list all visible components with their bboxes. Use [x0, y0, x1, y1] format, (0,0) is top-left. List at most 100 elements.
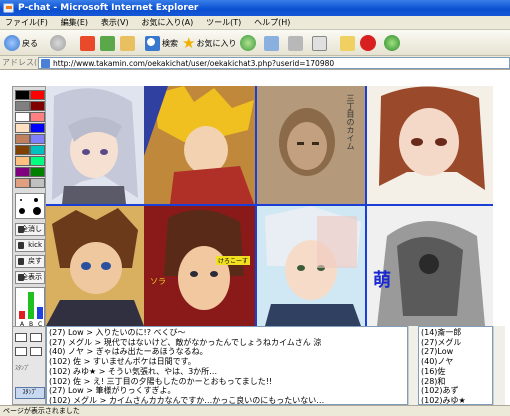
level-meter: A B C — [15, 287, 45, 329]
stop-button[interactable] — [80, 34, 95, 52]
address-bar: アドレス(D) http://www.takamin.com/oekakicha… — [0, 56, 510, 70]
stamp-button[interactable]: ｽﾀﾝﾌﾟ — [15, 387, 45, 399]
addon-icon — [360, 35, 376, 51]
folder-icon — [340, 35, 355, 51]
home-button[interactable] — [120, 34, 135, 52]
color-swatch[interactable] — [30, 167, 45, 177]
chat-message: (102) メグル > カイムさんカカなんですか…かっこ良いのにもったいない… — [49, 395, 325, 405]
menu-edit[interactable]: 編集(E) — [56, 16, 93, 30]
brush-size-3[interactable] — [19, 208, 25, 214]
color-swatch[interactable] — [30, 90, 45, 100]
color-swatch[interactable] — [30, 112, 45, 122]
color-swatch[interactable] — [15, 167, 30, 177]
kick-icon — [18, 242, 24, 249]
user-entry[interactable]: (102)あず — [421, 386, 490, 396]
chat-message: (40) ノヤ > ぎゃはみ出たーあほうなるね。 — [49, 347, 208, 357]
edit-icon — [312, 35, 327, 51]
chat-message: (27) メグル > 現代ではないけど、敵がなかったんでしょうねカイムさん 涼 — [49, 337, 322, 347]
level-bar-a — [19, 311, 25, 319]
kick-button[interactable]: kick — [15, 239, 45, 252]
status-bar: ページが表示されました — [0, 405, 510, 415]
user-entry[interactable]: (27)メグル — [421, 338, 490, 348]
messenger-button[interactable] — [384, 34, 402, 52]
menu-view[interactable]: 表示(V) — [96, 16, 134, 30]
drawing-canvas[interactable]: 三丁目のカイム ソラ けろこーす ぁ — [46, 86, 493, 326]
chat-message: (102) 佐 > え! 三丁目の夕陽もしたのかーとおもってました!! — [49, 376, 273, 386]
chat-message: (102) みゆ★ > そうい気張れ、やは、3か所… — [49, 366, 218, 376]
menu-tools[interactable]: ツール(T) — [201, 16, 246, 30]
color-swatch[interactable] — [15, 134, 30, 144]
color-swatch[interactable] — [30, 101, 45, 111]
mail-icon[interactable] — [15, 333, 27, 342]
home-icon — [120, 35, 135, 51]
ie-icon — [3, 3, 14, 13]
drawing-red-background-boy: ソラ けろこーす — [144, 206, 255, 326]
color-swatch[interactable] — [30, 123, 45, 133]
color-swatch[interactable] — [30, 134, 45, 144]
mail-button[interactable] — [264, 34, 279, 52]
undo-button[interactable]: 戻す — [15, 255, 45, 268]
mail-icon[interactable] — [15, 347, 27, 356]
print-button[interactable] — [288, 34, 303, 52]
drawing-silver-hair-girl — [46, 86, 144, 204]
mail-icon — [264, 35, 279, 51]
back-button[interactable]: 戻る — [4, 34, 38, 52]
color-swatch[interactable] — [15, 178, 30, 188]
menu-file[interactable]: ファイル(F) — [0, 16, 53, 30]
color-swatch[interactable] — [15, 145, 30, 155]
canvas-text-label: けろこーす — [216, 256, 251, 265]
color-swatch[interactable] — [30, 178, 45, 188]
level-bar-b — [28, 292, 34, 319]
user-list-scrollbar[interactable] — [493, 326, 505, 405]
brush-size-2[interactable] — [34, 198, 38, 202]
drawing-blonde-boy — [144, 86, 255, 204]
drawing-redhead-girl — [367, 86, 493, 204]
addon-button[interactable] — [360, 34, 378, 52]
color-swatch[interactable] — [15, 112, 30, 122]
color-swatch[interactable] — [15, 90, 30, 100]
color-swatch[interactable] — [15, 156, 30, 166]
menu-help[interactable]: ヘルプ(H) — [249, 16, 295, 30]
forward-arrow-icon — [50, 35, 66, 51]
favorites-button[interactable]: ★ お気に入り — [182, 34, 236, 52]
mail-icon[interactable] — [30, 333, 42, 342]
drawing-white-hair-boy: ぁ — [257, 206, 365, 326]
edit-button[interactable] — [312, 34, 327, 52]
user-entry[interactable]: (16)佐 — [421, 367, 490, 377]
clear-all-button[interactable]: 全消し — [15, 223, 45, 236]
brush-size-panel — [15, 193, 45, 219]
user-entry[interactable]: (14)斎一郎 — [421, 328, 490, 338]
chat-message: (27) Low > 筆様がりっくすぎよ。 — [49, 386, 176, 396]
print-icon — [288, 35, 303, 51]
menu-favorites[interactable]: お気に入り(A) — [136, 16, 198, 30]
search-button[interactable]: 検索 — [145, 34, 178, 52]
user-entry[interactable]: (102)みゆ★ — [421, 396, 490, 404]
side-panel: ｽﾀﾝﾌﾟ ｽﾀﾝﾌﾟ — [12, 326, 46, 405]
user-entry[interactable]: (28)和 — [421, 377, 490, 387]
user-entry[interactable]: (40)ノヤ — [421, 357, 490, 367]
canvas-text-name: ソラ — [150, 277, 166, 286]
refresh-button[interactable] — [100, 34, 115, 52]
color-swatch[interactable] — [15, 101, 30, 111]
color-swatch[interactable] — [30, 156, 45, 166]
mail-icon[interactable] — [30, 347, 42, 356]
folder-button[interactable] — [340, 34, 355, 52]
address-input[interactable]: http://www.takamin.com/oekakichat/user/o… — [38, 57, 510, 69]
brush-size-4[interactable] — [33, 207, 41, 215]
stop-icon — [80, 35, 95, 51]
chat-log[interactable]: (27) Low > 入りたいのに!? べくび〜 (27) メグル > 現代では… — [46, 326, 408, 405]
show-all-button[interactable]: 全表示 — [15, 271, 45, 284]
color-swatch[interactable] — [15, 123, 30, 133]
brush-size-1[interactable] — [20, 199, 22, 201]
drawing-armor-figure: 萌 — [367, 206, 493, 326]
stamp-label: ｽﾀﾝﾌﾟ — [15, 365, 31, 372]
color-swatch[interactable] — [30, 145, 45, 155]
history-button[interactable] — [240, 34, 258, 52]
user-list[interactable]: (14)斎一郎 (27)メグル (27)Low (40)ノヤ (16)佐 (28… — [418, 326, 493, 405]
star-icon: ★ — [182, 34, 196, 52]
user-entry[interactable]: (27)Low — [421, 347, 490, 357]
forward-button[interactable] — [50, 34, 68, 52]
title-bar: P-chat - Microsoft Internet Explorer — [0, 0, 510, 16]
back-arrow-icon — [4, 35, 20, 51]
chat-message: (102) 佐 > すいませんボケは日間です。 — [49, 357, 196, 367]
